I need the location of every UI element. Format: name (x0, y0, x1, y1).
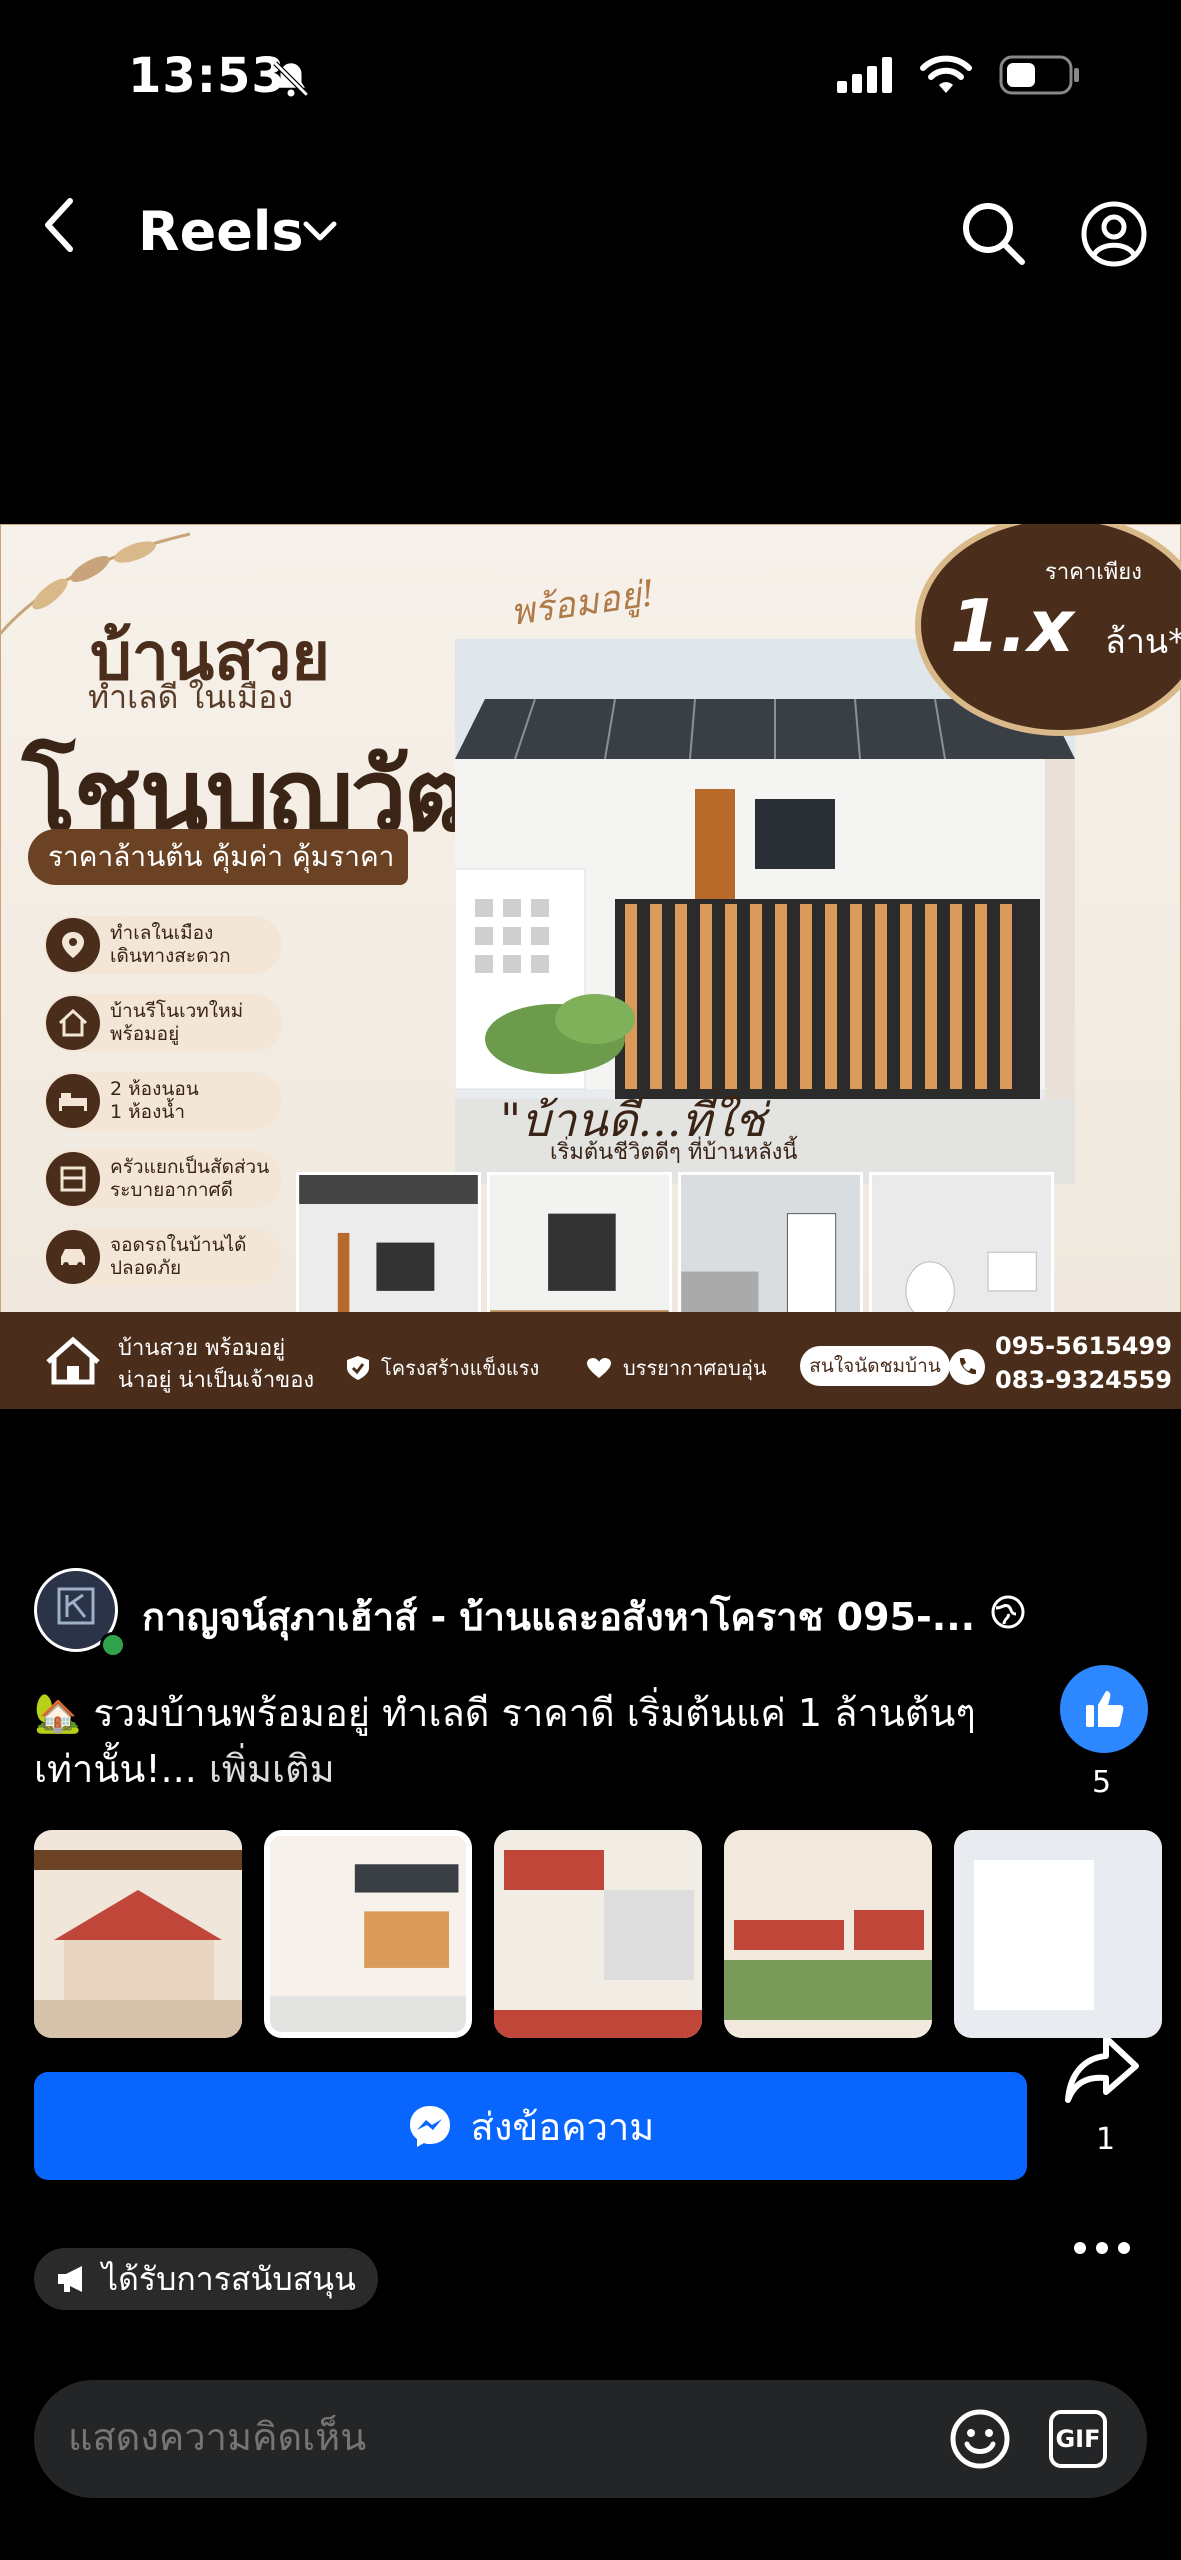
carousel-thumbnail[interactable] (954, 1830, 1162, 2038)
emoji-button[interactable] (949, 2408, 1011, 2474)
location-pin-icon (46, 918, 100, 972)
battery-icon (999, 55, 1079, 95)
share-icon (1065, 2035, 1139, 2103)
status-icons (837, 55, 1081, 95)
bed-icon (46, 1074, 100, 1128)
mute-bell-icon (270, 58, 312, 104)
nav-title[interactable]: Reels (138, 200, 303, 263)
ad-quote-sub: เริ่มต้นชีวิตดีๆ ที่บ้านหลังนี้ (550, 1140, 798, 1165)
carousel-thumbnail[interactable] (494, 1830, 702, 2038)
profile-button[interactable] (1080, 200, 1148, 272)
ad-feature: ทำเลในเมือง เดินทางสะดวก (44, 916, 282, 974)
ad-phone-1: 095-5615499 (995, 1332, 1172, 1360)
house-icon (46, 1336, 100, 1385)
phone-icon (949, 1349, 985, 1385)
like-count: 5 (1092, 1765, 1112, 1800)
ad-footer: บ้านสวย พร้อมอยู่ น่าอยู่ น่าเป็นเจ้าของ… (0, 1312, 1181, 1409)
like-button[interactable] (1060, 1665, 1148, 1753)
thumbs-up-icon (1086, 1691, 1124, 1727)
ad-feature: จอดรถในบ้านได้ ปลอดภัย (44, 1228, 282, 1286)
caption-text: 🏡 รวมบ้านพร้อมอยู่ ทำเลดี ราคาดี เริ่มต้… (34, 1691, 976, 1791)
ad-image[interactable]: บ้านสวย ทำเลดี ในเมือง โชนบุญวัฒนา ราคาล… (0, 524, 1181, 1409)
carousel-thumbnail[interactable] (724, 1830, 932, 2038)
online-dot (100, 1632, 126, 1658)
globe-icon (990, 1594, 1026, 1634)
gif-button[interactable]: GIF (1049, 2410, 1107, 2468)
sponsored-badge[interactable]: ได้รับการสนับสนุน (34, 2248, 378, 2310)
share-count: 1 (1096, 2122, 1116, 2157)
comment-bar[interactable]: GIF (34, 2380, 1147, 2498)
shield-icon (347, 1356, 369, 1380)
profile-icon (1081, 201, 1147, 267)
search-icon (963, 203, 1025, 265)
post-caption: 🏡 รวมบ้านพร้อมอยู่ ทำเลดี ราคาดี เริ่มต้… (34, 1685, 1024, 1797)
ad-price-value: 1.x (950, 584, 1074, 668)
ad-price-banner: ราคาล้านต้น คุ้มค่า คุ้มราคา (28, 829, 408, 885)
ad-footer-line1: บ้านสวย พร้อมอยู่ (118, 1336, 286, 1361)
ad-footer-item: บรรยากาศอบอุ่น (585, 1352, 767, 1384)
ad-feature: 2 ห้องนอน 1 ห้องน้ำ (44, 1072, 282, 1130)
house-icon (46, 996, 100, 1050)
kitchen-icon (46, 1152, 100, 1206)
ad-footer-line2: น่าอยู่ น่าเป็นเจ้าของ (118, 1368, 315, 1393)
share-button[interactable] (1062, 2030, 1142, 2114)
heart-icon (587, 1358, 611, 1378)
back-button[interactable] (40, 195, 80, 255)
megaphone-icon (58, 2266, 82, 2292)
ad-phone-2: 083-9324559 (995, 1366, 1172, 1394)
see-more-link[interactable]: เพิ่มเติม (209, 1747, 335, 1791)
car-icon (46, 1230, 100, 1284)
send-message-button[interactable]: ส่งข้อความ (34, 2072, 1027, 2180)
page-name[interactable]: กาญจน์สุภาเฮ้าส์ - บ้านและอสังหาโคราช 09… (142, 1586, 975, 1647)
ad-footer-cta: สนใจนัดชมบ้าน (800, 1346, 950, 1386)
more-options-button[interactable] (1072, 2240, 1132, 2260)
search-button[interactable] (960, 200, 1026, 270)
carousel-thumbnail-selected[interactable] (264, 1830, 472, 2038)
more-dots-icon (1074, 2242, 1130, 2254)
status-time: 13:53 (128, 48, 286, 104)
smiley-icon (950, 2409, 1010, 2469)
ad-feature: บ้านรีโนเวทใหม่ พร้อมอยู่ (44, 994, 282, 1052)
send-message-label: ส่งข้อความ (470, 2104, 655, 2149)
carousel-thumbnail[interactable] (34, 1830, 242, 2038)
ad-feature: ครัวแยกเป็นสัดส่วน ระบายอากาศดี (44, 1150, 282, 1208)
wifi-icon (920, 55, 972, 93)
ad-footer-item: โครงสร้างแข็งแรง (345, 1352, 539, 1384)
messenger-icon (409, 2106, 450, 2147)
comment-input[interactable] (66, 2414, 870, 2460)
chevron-left-icon (45, 198, 73, 252)
signal-icon (837, 57, 892, 93)
ad-price-unit: ล้าน* (1105, 622, 1181, 662)
image-carousel[interactable] (34, 1830, 1162, 2038)
chevron-down-icon[interactable] (300, 216, 340, 250)
